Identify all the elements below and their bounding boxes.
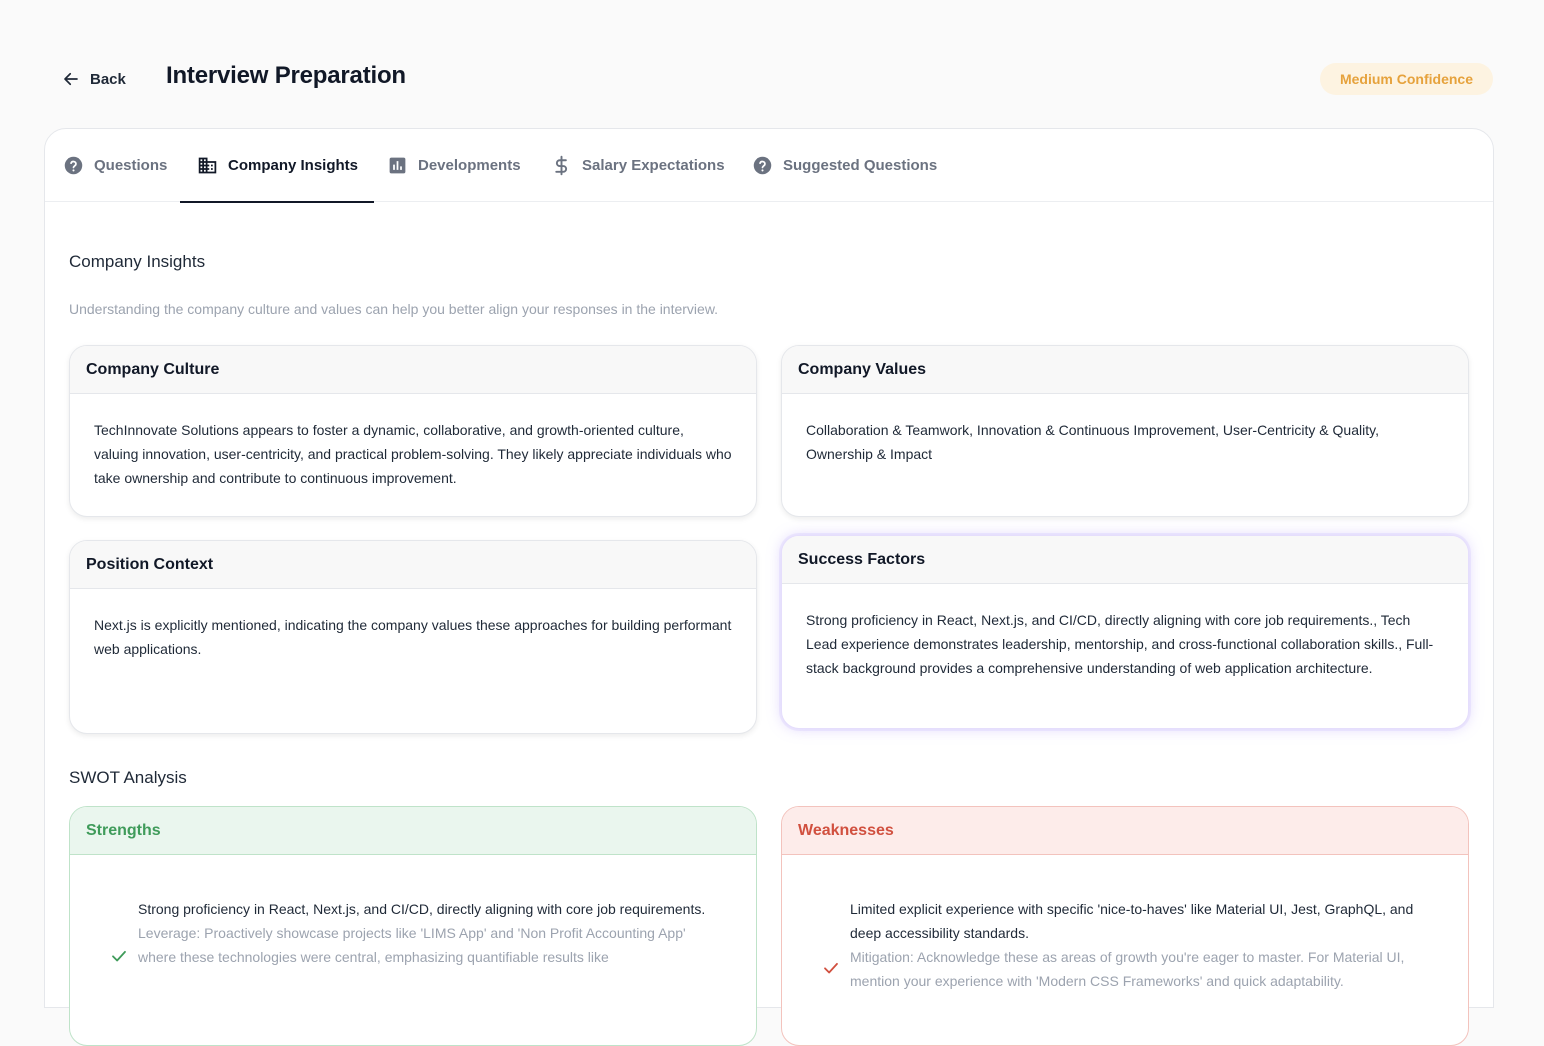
position-context-card: Position Context Next.js is explicitly m… xyxy=(69,540,757,734)
back-label: Back xyxy=(90,70,126,88)
confidence-badge: Medium Confidence xyxy=(1319,63,1493,95)
success-factors-card: Success Factors Strong proficiency in Re… xyxy=(781,535,1469,729)
card-title: Position Context xyxy=(70,541,756,589)
card-title: Company Values xyxy=(782,346,1468,394)
company-culture-card: Company Culture TechInnovate Solutions a… xyxy=(69,345,757,517)
strength-leverage: Leverage: Proactively showcase projects … xyxy=(138,925,686,965)
card-text: Next.js is explicitly mentioned, indicat… xyxy=(94,617,732,657)
card-title: Weaknesses xyxy=(782,807,1468,855)
dollar-icon xyxy=(555,155,568,176)
tab-label: Company Insights xyxy=(228,157,359,174)
tab-salary-expectations[interactable]: Salary Expectations xyxy=(551,129,725,202)
card-title: Company Culture xyxy=(70,346,756,394)
card-text: Collaboration & Teamwork, Innovation & C… xyxy=(806,422,1379,462)
weakness-text: Limited explicit experience with specifi… xyxy=(850,901,1414,941)
tab-company-insights[interactable]: Company Insights xyxy=(179,129,375,203)
question-circle-icon xyxy=(753,156,772,175)
card-title: Strengths xyxy=(70,807,756,855)
strength-text: Strong proficiency in React, Next.js, an… xyxy=(138,901,706,917)
section-title-company-insights: Company Insights xyxy=(69,252,206,271)
check-icon xyxy=(824,962,838,974)
company-values-card: Company Values Collaboration & Teamwork,… xyxy=(781,345,1469,517)
tab-label: Questions xyxy=(94,157,168,174)
card-title: Success Factors xyxy=(782,536,1468,584)
list-item: Limited explicit experience with specifi… xyxy=(782,855,1468,993)
main-panel: Questions Company Insights Developments … xyxy=(44,128,1494,1046)
back-button[interactable]: Back xyxy=(62,64,126,94)
section-title-swot: SWOT Analysis xyxy=(69,768,187,787)
list-item: Strong proficiency in React, Next.js, an… xyxy=(70,855,756,969)
tab-label: Suggested Questions xyxy=(783,157,938,174)
tab-bar: Questions Company Insights Developments … xyxy=(45,129,1493,203)
card-text: TechInnovate Solutions appears to foster… xyxy=(94,422,732,486)
swot-strengths-card: Strengths Strong proficiency in React, N… xyxy=(69,806,757,1046)
section-description: Understanding the company culture and va… xyxy=(69,301,719,317)
card-text: Strong proficiency in React, Next.js, an… xyxy=(806,612,1434,676)
swot-weaknesses-card: Weaknesses Limited explicit experience w… xyxy=(781,806,1469,1046)
tab-label: Developments xyxy=(418,157,521,174)
bar-chart-icon xyxy=(389,157,406,174)
tab-suggested-questions[interactable]: Suggested Questions xyxy=(752,129,937,202)
tab-questions[interactable]: Questions xyxy=(63,129,167,202)
building-icon xyxy=(198,157,217,174)
weakness-mitigation: Mitigation: Acknowledge these as areas o… xyxy=(850,949,1405,989)
question-circle-icon xyxy=(64,156,83,175)
tab-developments[interactable]: Developments xyxy=(387,129,521,202)
check-icon xyxy=(112,950,126,962)
tab-label: Salary Expectations xyxy=(582,157,725,174)
arrow-left-icon xyxy=(64,72,78,86)
top-bar: Back Interview Preparation Medium Confid… xyxy=(0,0,1544,128)
page-title: Interview Preparation xyxy=(166,62,406,89)
